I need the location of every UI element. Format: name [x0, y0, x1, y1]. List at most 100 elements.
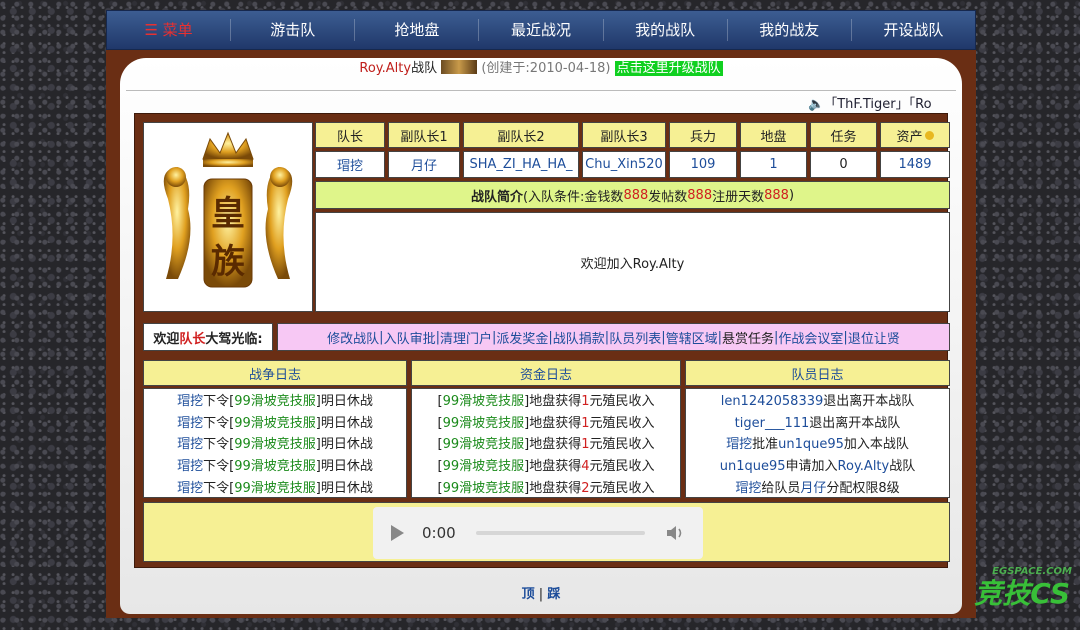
member-log-target[interactable]: un1que95	[778, 437, 844, 452]
intro-cond-prefix: (入队条件:金钱数	[522, 189, 624, 205]
logo-char-top: 皇	[211, 194, 245, 234]
team-logo: 皇 族	[143, 122, 313, 312]
admin-link-war-room[interactable]: 作战会议室	[778, 328, 843, 347]
member-log-tail: 分配权限8级	[826, 480, 900, 496]
war-log-verb: 下令[	[203, 480, 235, 496]
admin-link-donate[interactable]: 战队捐款	[553, 328, 605, 347]
fund-log-title: 资金日志	[411, 360, 681, 386]
member-log-row: len1242058339退出离开本战队	[721, 390, 915, 409]
intro-posts-label: 发帖数	[648, 189, 688, 205]
watermark-url: EGSPACE.COM	[992, 566, 1072, 577]
stat-header-captain: 队长	[315, 122, 385, 148]
admin-link-members[interactable]: 队员列表	[609, 328, 661, 347]
member-log-actor[interactable]: len1242058339	[721, 394, 824, 409]
war-log-server[interactable]: 99滑坡竞技服	[234, 481, 316, 496]
site-watermark: EGSPACE.COM 竞技CS	[888, 566, 1078, 624]
nav-my-team[interactable]: 我的战队	[604, 19, 728, 41]
nav-menu[interactable]: ☰ 菜单	[107, 19, 232, 41]
stat-vice1[interactable]: 月仔	[388, 151, 460, 178]
member-log-verb: 给队员	[761, 480, 801, 496]
step-link[interactable]: 踩	[547, 587, 560, 602]
nav-grab-territory[interactable]: 抢地盘	[355, 19, 480, 41]
fund-log-server[interactable]: 99滑坡竞技服	[443, 459, 525, 474]
team-title-bar: Roy.Alty战队 (创建于:2010-04-18) 点击这里升级战队	[176, 58, 906, 86]
watermark-brand: 竞技CS	[974, 577, 1070, 610]
member-log-tail: 加入本战队	[843, 437, 909, 453]
intro-cond-suffix: )	[788, 187, 795, 203]
fund-log-row: [99滑坡竞技服]地盘获得2元殖民收入	[438, 477, 655, 496]
war-log-server[interactable]: 99滑坡竞技服	[234, 394, 316, 409]
admin-link-approve[interactable]: 入队审批	[384, 328, 436, 347]
war-log-verb: 下令[	[203, 415, 235, 431]
welcome-role: 队长	[179, 331, 206, 347]
upgrade-link[interactable]: 点击这里升级战队	[614, 61, 723, 76]
war-log-actor[interactable]: 瑁挖	[177, 437, 203, 452]
team-name[interactable]: Roy.Alty	[359, 61, 411, 76]
crown-lions-emblem: 皇 族	[163, 131, 293, 288]
intro-days-label: 注册天数	[712, 189, 765, 205]
stat-vice3[interactable]: Chu_Xin520	[582, 151, 666, 178]
play-icon[interactable]	[391, 525, 404, 541]
admin-link-purge[interactable]: 清理门户	[440, 328, 492, 347]
war-log-row: 瑁挖下令[99滑坡竞技服]明日休战	[177, 477, 373, 496]
war-log-row: 瑁挖下令[99滑坡竞技服]明日休战	[177, 433, 373, 452]
fund-log-server[interactable]: 99滑坡竞技服	[443, 437, 525, 452]
war-log-actor[interactable]: 瑁挖	[177, 481, 203, 496]
member-log-actor[interactable]: un1que95	[720, 459, 786, 474]
welcome-suffix: 大驾光临:	[205, 331, 263, 347]
fund-log-row: [99滑坡竞技服]地盘获得1元殖民收入	[438, 433, 655, 452]
volume-icon[interactable]	[665, 524, 685, 542]
main-frame: Roy.Alty战队 (创建于:2010-04-18) 点击这里升级战队 🔈「T…	[106, 50, 976, 618]
member-log-verb: 申请加入	[785, 459, 838, 475]
admin-link-regions[interactable]: 管辖区域	[666, 328, 718, 347]
coin-icon	[924, 130, 934, 140]
war-log-row: 瑁挖下令[99滑坡竞技服]明日休战	[177, 412, 373, 431]
war-log-actor[interactable]: 瑁挖	[177, 459, 203, 474]
admin-link-bounty[interactable]: 悬赏任务	[722, 328, 774, 347]
member-log-list: len1242058339退出离开本战队 tiger___111退出离开本战队瑁挖…	[685, 388, 950, 498]
footer-sep: |	[534, 587, 548, 602]
audio-progress[interactable]	[475, 531, 645, 535]
war-log-action: ]明日休战	[315, 394, 373, 410]
fund-log-row: [99滑坡竞技服]地盘获得1元殖民收入	[438, 390, 655, 409]
stat-assets: 1489	[880, 151, 950, 178]
war-log-verb: 下令[	[203, 459, 235, 475]
stat-vice2[interactable]: SHA_ZI_HA_HA_	[463, 151, 579, 178]
created-date: (创建于:2010-04-18)	[481, 61, 611, 76]
war-log-actor[interactable]: 瑁挖	[177, 394, 203, 409]
nav-create-team[interactable]: 开设战队	[852, 19, 975, 41]
fund-log-tail: 元殖民收入	[589, 459, 655, 475]
nav-my-comrades[interactable]: 我的战友	[728, 19, 852, 41]
stat-territory: 1	[740, 151, 807, 178]
assets-label: 资产	[896, 129, 923, 145]
nav-guerrilla[interactable]: 游击队	[231, 19, 356, 41]
member-log-actor[interactable]: 瑁挖	[735, 481, 761, 496]
admin-link-abdicate[interactable]: 退位让贤	[848, 328, 900, 347]
war-log-action: ]明日休战	[315, 437, 373, 453]
fund-log-server[interactable]: 99滑坡竞技服	[443, 416, 525, 431]
war-log-server[interactable]: 99滑坡竞技服	[234, 416, 316, 431]
war-log-verb: 下令[	[203, 437, 235, 453]
stat-header-vice1: 副队长1	[388, 122, 460, 148]
top-link[interactable]: 顶	[522, 587, 535, 602]
admin-link-edit-team[interactable]: 修改战队	[327, 328, 379, 347]
fund-log-server[interactable]: 99滑坡竞技服	[443, 394, 525, 409]
ticker-text: 「ThF.Tiger」「Ro	[824, 97, 932, 112]
member-log-actor[interactable]: tiger___111	[735, 416, 810, 431]
nav-recent-battles[interactable]: 最近战况	[479, 19, 604, 41]
war-log-actor[interactable]: 瑁挖	[177, 416, 203, 431]
war-log-list: 瑁挖下令[99滑坡竞技服]明日休战 瑁挖下令[99滑坡竞技服]明日休战 瑁挖下令[9…	[143, 388, 407, 498]
fund-log-server[interactable]: 99滑坡竞技服	[443, 481, 525, 496]
audio-player[interactable]: 0:00	[373, 507, 703, 559]
admin-link-bonus[interactable]: 派发奖金	[496, 328, 548, 347]
war-log-server[interactable]: 99滑坡竞技服	[234, 459, 316, 474]
member-log-target[interactable]: 月仔	[800, 481, 826, 496]
member-log-row: tiger___111退出离开本战队	[735, 412, 901, 431]
member-log-actor[interactable]: 瑁挖	[726, 437, 752, 452]
team-badge-image	[441, 60, 478, 74]
fund-log-tail: 元殖民收入	[589, 437, 655, 453]
member-log-target[interactable]: Roy.Alty	[838, 459, 890, 474]
war-log-server[interactable]: 99滑坡竞技服	[234, 437, 316, 452]
stat-captain[interactable]: 瑁挖	[315, 151, 385, 178]
intro-message: 欢迎加入Roy.Alty	[315, 212, 950, 312]
